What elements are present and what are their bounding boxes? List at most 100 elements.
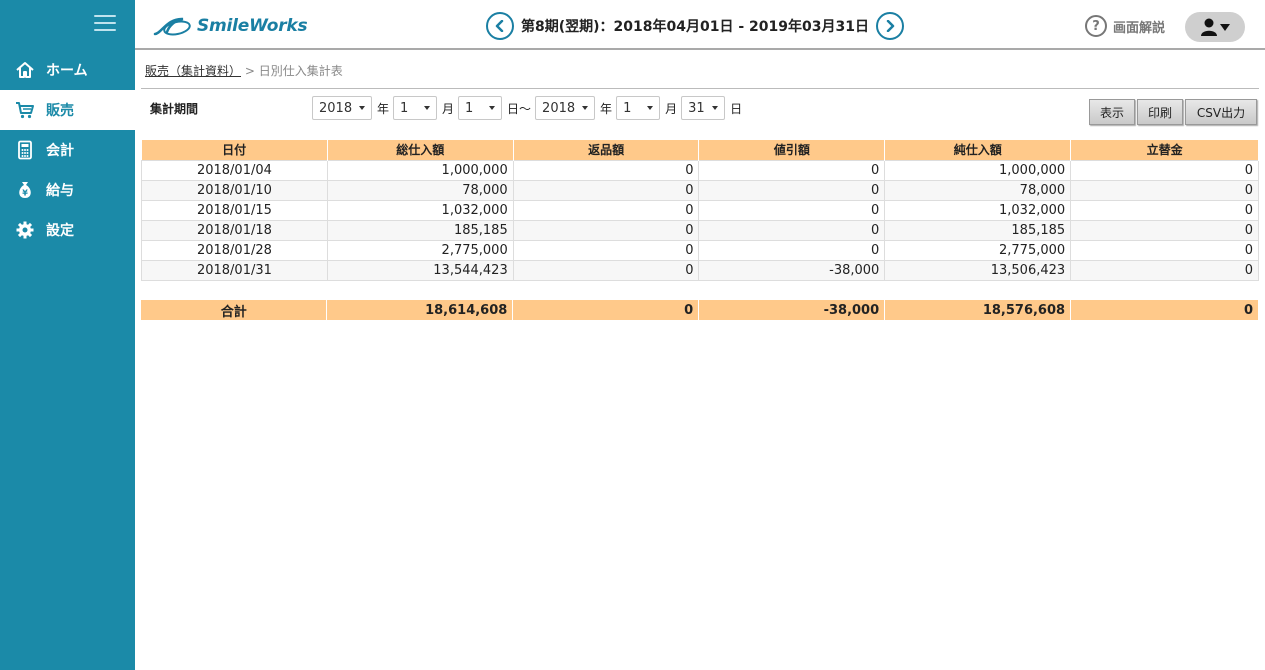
- nav-label-home: ホーム: [46, 63, 88, 79]
- breadcrumb-separator: >: [241, 64, 259, 78]
- column-header[interactable]: 総仕入額: [327, 140, 514, 160]
- table-cell: 2,775,000: [326, 239, 514, 261]
- previous-period-button[interactable]: [486, 12, 515, 40]
- breadcrumb-current: 日別仕入集計表: [258, 64, 343, 78]
- table-cell: 78,000: [884, 179, 1072, 201]
- table-cell: 0: [1070, 219, 1259, 241]
- table-cell: 13,506,423: [884, 259, 1072, 281]
- table-cell: 0: [512, 159, 700, 181]
- print-button[interactable]: 印刷: [1137, 99, 1183, 125]
- table-cell: 0: [1070, 239, 1259, 261]
- breadcrumb-link-sales-summary[interactable]: 販売（集計資料）: [145, 64, 241, 78]
- table-cell: 185,185: [884, 219, 1072, 241]
- chevron-left-icon: [495, 20, 504, 32]
- month-unit: 月: [665, 101, 678, 116]
- period-filter: 集計期間: [150, 96, 198, 120]
- column-header[interactable]: 返品額: [513, 140, 700, 160]
- table-cell: 1,032,000: [326, 199, 514, 221]
- chevron-right-icon: [886, 20, 895, 32]
- table-cell: 78,000: [326, 179, 514, 201]
- table-cell: -38,000: [698, 259, 886, 281]
- table-cell: 2018/01/04: [141, 159, 328, 181]
- table-cell: 185,185: [326, 219, 514, 241]
- to-day-select[interactable]: 31: [681, 96, 726, 120]
- table-row: 2018/01/10 78,000 0 0 78,000 0: [141, 179, 1259, 201]
- total-cell: -38,000: [698, 300, 886, 320]
- table-cell: 2018/01/10: [141, 179, 328, 201]
- table-cell: 0: [512, 259, 700, 281]
- to-month-value: 1: [623, 100, 632, 116]
- logo-mark-icon: [153, 17, 191, 36]
- show-button[interactable]: 表示: [1089, 99, 1135, 125]
- table-row: 2018/01/15 1,032,000 0 0 1,032,000 0: [141, 199, 1259, 221]
- daily-purchase-table: 日付 総仕入額 返品額 値引額 純仕入額 立替金 2018/01/04 1,00…: [141, 140, 1259, 281]
- total-cell: 0: [512, 300, 700, 320]
- range-separator: 日〜: [507, 101, 532, 116]
- table-cell: 2018/01/15: [141, 199, 328, 221]
- table-cell: 0: [698, 239, 886, 261]
- period-filter-label: 集計期間: [150, 101, 199, 116]
- to-month-select[interactable]: 1: [616, 96, 661, 120]
- table-row: 2018/01/28 2,775,000 0 0 2,775,000 0: [141, 239, 1259, 261]
- column-header[interactable]: 日付: [141, 140, 328, 160]
- nav-label-accounting: 会計: [46, 143, 74, 159]
- cart-icon: [15, 100, 35, 120]
- nav-item-home[interactable]: ホーム: [0, 50, 135, 90]
- user-icon: [1201, 18, 1217, 36]
- svg-text:¥: ¥: [22, 189, 28, 198]
- column-header[interactable]: 立替金: [1070, 140, 1259, 160]
- caret-down-icon: [712, 106, 719, 110]
- table-header-row: 日付 総仕入額 返品額 値引額 純仕入額 立替金: [141, 140, 1259, 160]
- nav-item-settings[interactable]: 設定: [0, 210, 135, 250]
- table-cell: 0: [1070, 199, 1259, 221]
- table-cell: 13,544,423: [326, 259, 514, 281]
- column-header[interactable]: 値引額: [698, 140, 886, 160]
- from-year-select[interactable]: 2018: [312, 96, 372, 120]
- column-header[interactable]: 純仕入額: [884, 140, 1072, 160]
- from-day-value: 1: [465, 100, 474, 116]
- total-row-table: 合計 18,614,608 0 -38,000 18,576,608 0: [141, 300, 1259, 320]
- hamburger-menu-icon[interactable]: [94, 15, 116, 33]
- caret-down-icon: [424, 106, 431, 110]
- nav-label-settings: 設定: [46, 223, 74, 239]
- nav-item-sales[interactable]: 販売: [0, 90, 135, 130]
- table-cell: 0: [512, 219, 700, 241]
- nav-label-sales: 販売: [46, 103, 74, 119]
- table-cell: 1,032,000: [884, 199, 1072, 221]
- table-cell: 0: [512, 239, 700, 261]
- to-year-select[interactable]: 2018: [535, 96, 596, 120]
- total-label: 合計: [141, 300, 328, 320]
- top-header: SmileWorks 第8期(翌期)：2018年04月01日 - 2019年03…: [135, 0, 1265, 50]
- table-cell: 1,000,000: [884, 159, 1072, 181]
- caret-down-icon: [647, 106, 654, 110]
- table-cell: 2,775,000: [884, 239, 1072, 261]
- table-row: 2018/01/18 185,185 0 0 185,185 0: [141, 219, 1259, 241]
- period-navigator: 第8期(翌期)：2018年04月01日 - 2019年03月31日: [485, 12, 905, 40]
- breadcrumb: 販売（集計資料） > 日別仕入集計表: [145, 62, 343, 79]
- table-cell: 0: [698, 179, 886, 201]
- user-menu-button[interactable]: [1185, 12, 1245, 42]
- fiscal-period-label: 第8期(翌期)：2018年04月01日 - 2019年03月31日: [521, 19, 869, 35]
- total-cell: 18,576,608: [884, 300, 1072, 320]
- nav-item-accounting[interactable]: 会計: [0, 130, 135, 170]
- month-unit: 月: [442, 101, 455, 116]
- table-cell: 0: [698, 199, 886, 221]
- from-month-select[interactable]: 1: [393, 96, 438, 120]
- gear-icon: [15, 220, 35, 240]
- year-unit: 年: [377, 101, 390, 116]
- nav-item-payroll[interactable]: ¥ 給与: [0, 170, 135, 210]
- next-period-button[interactable]: [875, 12, 904, 40]
- csv-export-button[interactable]: CSV出力: [1185, 99, 1257, 125]
- home-icon: [15, 60, 35, 80]
- year-unit: 年: [600, 101, 613, 116]
- caret-down-icon: [582, 106, 589, 110]
- table-cell: 2018/01/28: [141, 239, 328, 261]
- nav-label-payroll: 給与: [46, 183, 74, 199]
- total-cell: 0: [1070, 300, 1259, 320]
- from-day-select[interactable]: 1: [458, 96, 503, 120]
- brand-name: SmileWorks: [197, 16, 308, 36]
- screen-help-button[interactable]: ? 画面解説: [1085, 15, 1165, 37]
- smileworks-logo[interactable]: SmileWorks: [153, 12, 308, 40]
- from-year-value: 2018: [319, 100, 353, 116]
- table-cell: 0: [512, 199, 700, 221]
